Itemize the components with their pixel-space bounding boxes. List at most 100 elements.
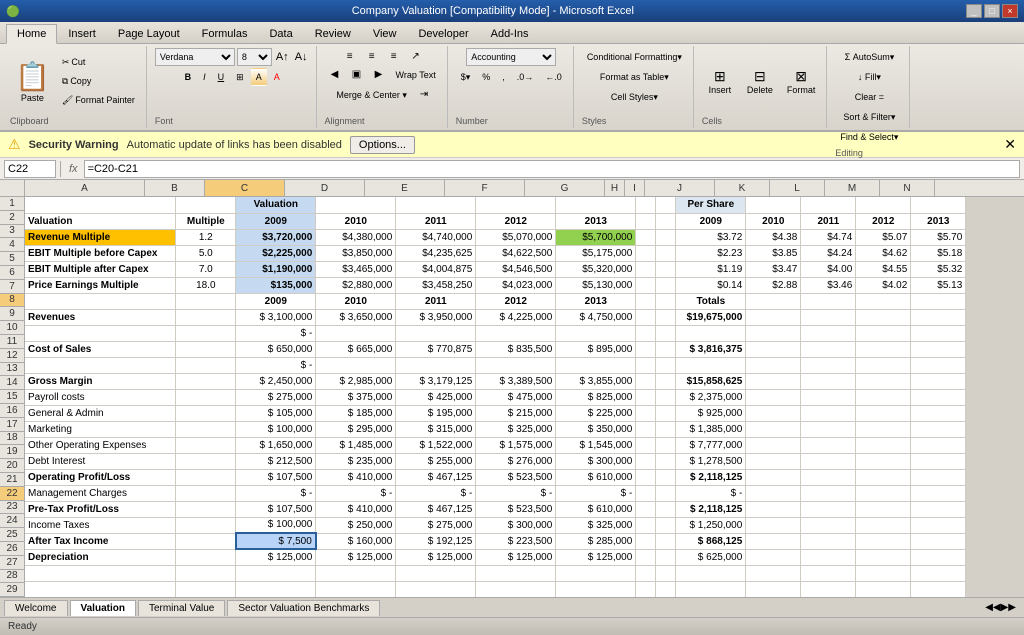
- tab-view[interactable]: View: [362, 24, 408, 43]
- row-20[interactable]: 20: [0, 459, 25, 473]
- cell-J11[interactable]: [676, 357, 746, 373]
- cell-J14[interactable]: $ 925,000: [676, 405, 746, 421]
- align-left-btn[interactable]: ◀: [325, 66, 345, 82]
- copy-button[interactable]: ⧉ Copy: [57, 72, 140, 90]
- cell-L21[interactable]: [801, 517, 856, 533]
- cell-K8[interactable]: [746, 309, 801, 325]
- cell-G9[interactable]: [556, 325, 636, 341]
- cell-M12[interactable]: [856, 373, 911, 389]
- cell-E8[interactable]: $ 3,950,000: [396, 309, 476, 325]
- row-28[interactable]: 28: [0, 570, 25, 584]
- formula-input[interactable]: [84, 160, 1020, 178]
- cell-J12[interactable]: $15,858,625: [676, 373, 746, 389]
- fill-color-button[interactable]: A: [251, 68, 267, 86]
- cell-L9[interactable]: [801, 325, 856, 341]
- cell-D15[interactable]: $ 295,000: [316, 421, 396, 437]
- cell-M3[interactable]: $5.07: [856, 229, 911, 245]
- cell-E5[interactable]: $4,004,875: [396, 261, 476, 277]
- sort-filter-btn[interactable]: Sort & Filter▾: [838, 108, 900, 126]
- cell-M25[interactable]: [856, 581, 911, 597]
- cell-L6[interactable]: $3.46: [801, 277, 856, 293]
- cell-E19[interactable]: $ -: [396, 485, 476, 501]
- cell-J24[interactable]: [676, 565, 746, 581]
- cell-E15[interactable]: $ 315,000: [396, 421, 476, 437]
- close-warning-btn[interactable]: ✕: [1004, 136, 1016, 153]
- cell-B15[interactable]: [176, 421, 236, 437]
- cell-C15[interactable]: $ 100,000: [236, 421, 316, 437]
- align-top-center-btn[interactable]: ≡: [362, 48, 382, 64]
- cell-M16[interactable]: [856, 437, 911, 453]
- cell-L10[interactable]: [801, 341, 856, 357]
- tab-pagelayout[interactable]: Page Layout: [107, 24, 191, 43]
- cell-L4[interactable]: $4.24: [801, 245, 856, 261]
- cell-I19[interactable]: [656, 485, 676, 501]
- cell-J13[interactable]: $ 2,375,000: [676, 389, 746, 405]
- decrease-decimal-btn[interactable]: ←.0: [540, 68, 567, 86]
- indent-btn[interactable]: ⇥: [414, 86, 434, 102]
- cell-A25[interactable]: [25, 581, 176, 597]
- cell-K16[interactable]: [746, 437, 801, 453]
- clear-btn[interactable]: Clear =: [850, 88, 889, 106]
- cell-H9[interactable]: [636, 325, 656, 341]
- cell-H1[interactable]: [636, 197, 656, 213]
- row-15[interactable]: 15: [0, 390, 25, 404]
- cell-A22[interactable]: After Tax Income: [25, 533, 176, 549]
- format-as-table-btn[interactable]: Format as Table▾: [595, 68, 674, 86]
- border-button[interactable]: ⊞: [231, 68, 249, 86]
- align-right-btn[interactable]: ▶: [369, 66, 389, 82]
- cell-K11[interactable]: [746, 357, 801, 373]
- cell-N8[interactable]: [911, 309, 966, 325]
- cell-I18[interactable]: [656, 469, 676, 485]
- cell-E14[interactable]: $ 195,000: [396, 405, 476, 421]
- cell-K12[interactable]: [746, 373, 801, 389]
- cell-A20[interactable]: Pre-Tax Profit/Loss: [25, 501, 176, 517]
- cell-G10[interactable]: $ 895,000: [556, 341, 636, 357]
- cell-G13[interactable]: $ 825,000: [556, 389, 636, 405]
- cell-I1[interactable]: [656, 197, 676, 213]
- cell-F19[interactable]: $ -: [476, 485, 556, 501]
- row-26[interactable]: 26: [0, 542, 25, 556]
- col-header-F[interactable]: F: [445, 180, 525, 196]
- col-header-M[interactable]: M: [825, 180, 880, 196]
- cell-C21[interactable]: $ 100,000: [236, 517, 316, 533]
- cell-L5[interactable]: $4.00: [801, 261, 856, 277]
- tab-formulas[interactable]: Formulas: [191, 24, 259, 43]
- cell-M15[interactable]: [856, 421, 911, 437]
- cell-A7[interactable]: [25, 293, 176, 309]
- cell-D11[interactable]: [316, 357, 396, 373]
- cell-C13[interactable]: $ 275,000: [236, 389, 316, 405]
- cell-H18[interactable]: [636, 469, 656, 485]
- percent-btn[interactable]: %: [477, 68, 495, 86]
- cell-C12[interactable]: $ 2,450,000: [236, 373, 316, 389]
- cell-reference-input[interactable]: [4, 160, 56, 178]
- cell-C8[interactable]: $ 3,100,000: [236, 309, 316, 325]
- tab-insert[interactable]: Insert: [57, 24, 107, 43]
- cell-H25[interactable]: [636, 581, 656, 597]
- cell-I23[interactable]: [656, 549, 676, 565]
- cell-K2[interactable]: 2010: [746, 213, 801, 229]
- cell-D18[interactable]: $ 410,000: [316, 469, 396, 485]
- cell-M20[interactable]: [856, 501, 911, 517]
- cell-E4[interactable]: $4,235,625: [396, 245, 476, 261]
- cell-C6[interactable]: $135,000: [236, 277, 316, 293]
- col-header-J[interactable]: J: [645, 180, 715, 196]
- maximize-btn[interactable]: □: [984, 4, 1000, 18]
- row-14[interactable]: 14: [0, 376, 25, 390]
- cell-E10[interactable]: $ 770,875: [396, 341, 476, 357]
- cell-B14[interactable]: [176, 405, 236, 421]
- col-header-L[interactable]: L: [770, 180, 825, 196]
- cell-D5[interactable]: $3,465,000: [316, 261, 396, 277]
- cell-J1[interactable]: Per Share: [676, 197, 746, 213]
- cell-J9[interactable]: [676, 325, 746, 341]
- row-24[interactable]: 24: [0, 514, 25, 528]
- cell-A10[interactable]: Cost of Sales: [25, 341, 176, 357]
- sheet-tab-welcome[interactable]: Welcome: [4, 600, 68, 616]
- align-top-right-btn[interactable]: ≡: [384, 48, 404, 64]
- cell-L2[interactable]: 2011: [801, 213, 856, 229]
- cell-F5[interactable]: $4,546,500: [476, 261, 556, 277]
- cell-N6[interactable]: $5.13: [911, 277, 966, 293]
- row-9[interactable]: 9: [0, 307, 25, 321]
- cell-F16[interactable]: $ 1,575,000: [476, 437, 556, 453]
- cell-G21[interactable]: $ 325,000: [556, 517, 636, 533]
- row-2[interactable]: 2: [0, 211, 25, 225]
